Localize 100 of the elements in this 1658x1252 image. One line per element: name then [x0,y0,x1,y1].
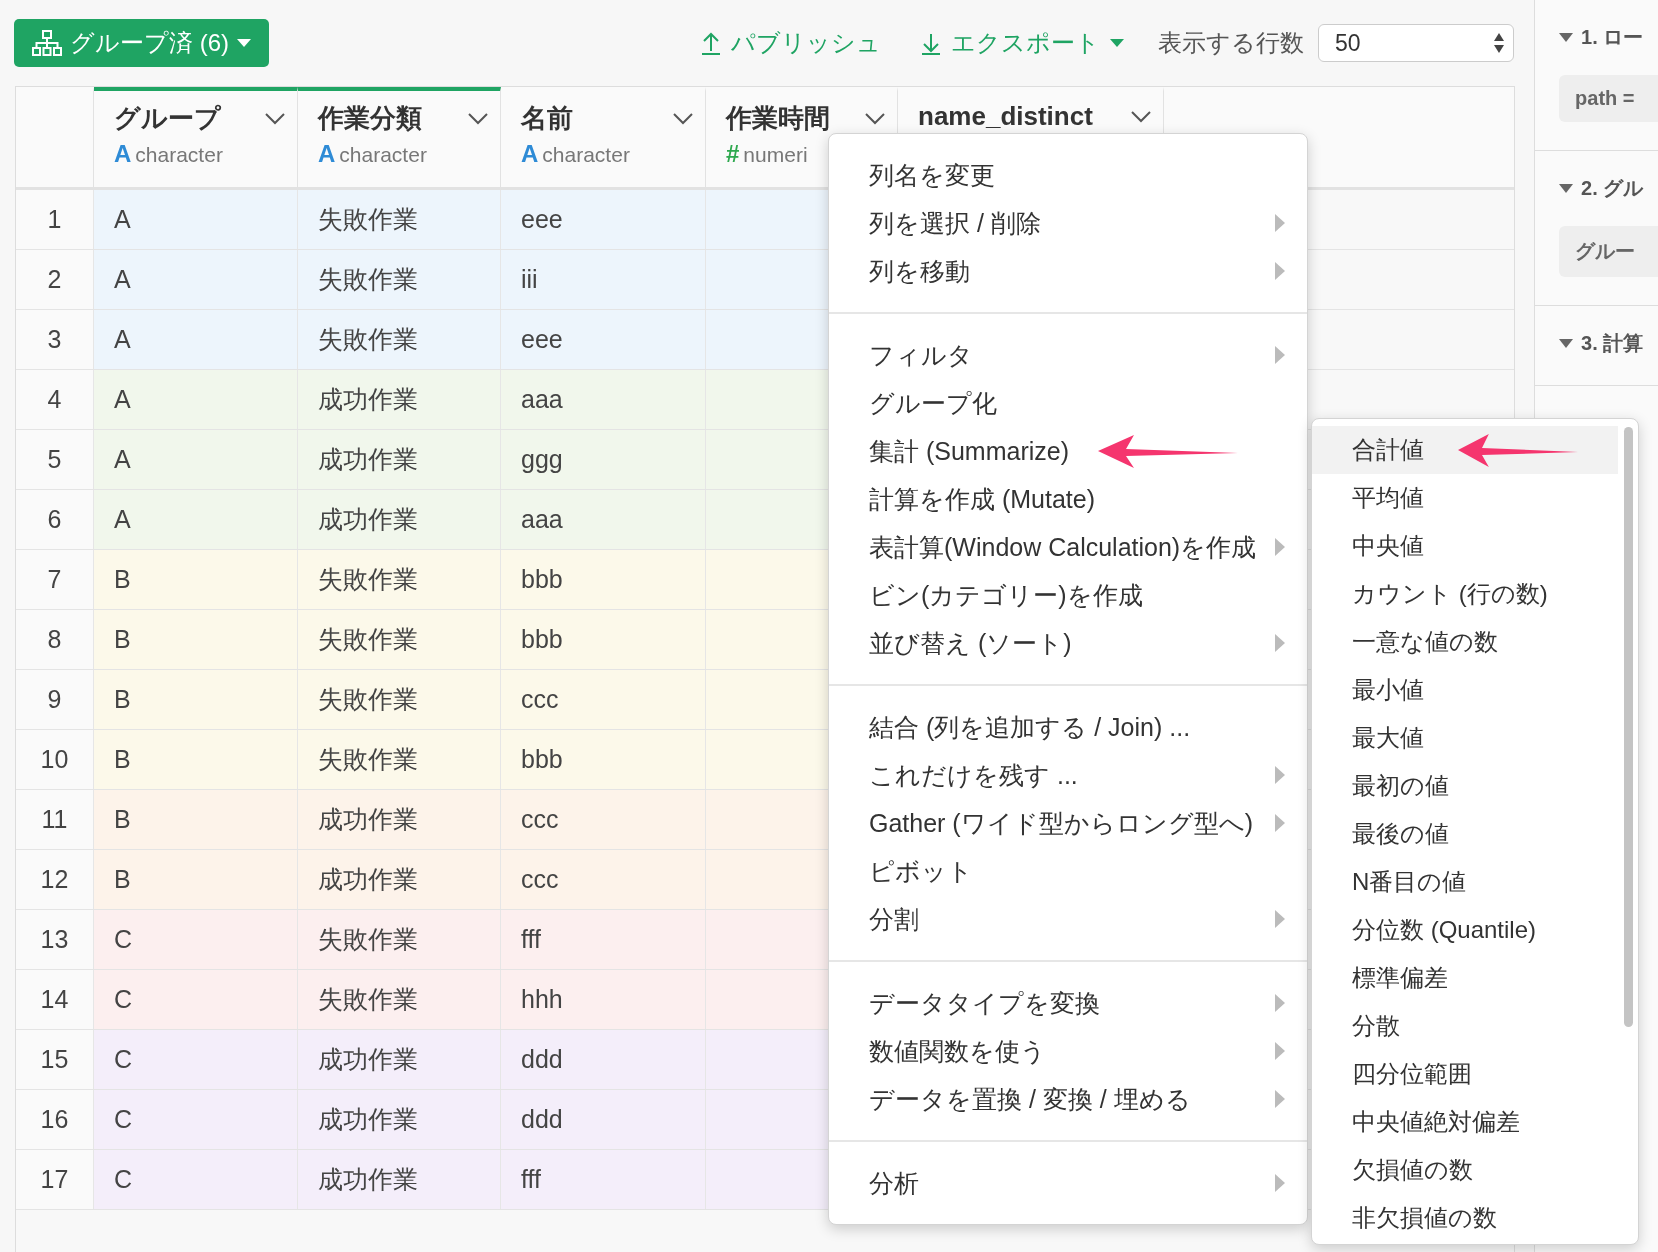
type-icon: A [318,140,336,168]
table-cell: 失敗作業 [298,310,501,369]
menu-item[interactable]: 集計 (Summarize) [829,427,1307,475]
menu-item[interactable]: 分析 [829,1159,1307,1207]
step-title: 2. グル [1581,176,1644,201]
triangle-down-icon[interactable] [1559,339,1574,348]
upload-icon [701,31,722,55]
rows-label: 表示する行数 [1158,28,1305,58]
menu-item[interactable]: データを置換 / 変換 / 埋める [829,1075,1307,1123]
menu-item[interactable]: 最後の値 [1312,810,1618,858]
menu-item[interactable]: 四分位範囲 [1312,1050,1618,1098]
menu-item[interactable]: Gather (ワイド型からロング型へ) [829,799,1307,847]
menu-item[interactable]: グループ化 [829,379,1307,427]
menu-item[interactable]: 分散 [1312,1002,1618,1050]
download-icon [921,31,942,55]
type-icon: A [114,140,132,168]
column-header[interactable]: 名前 A character [501,87,706,187]
menu-item[interactable]: 中央値 [1312,522,1618,570]
table-cell: hhh [501,970,706,1029]
menu-item[interactable]: 欠損値の数 [1312,1146,1618,1194]
table-cell: 失敗作業 [298,670,501,729]
menu-item[interactable]: 合計値 [1312,426,1618,474]
menu-item[interactable]: データタイプを変換 [829,979,1307,1027]
table-cell: 失敗作業 [298,730,501,789]
chevron-down-icon[interactable] [265,112,285,125]
step-title: 3. 計算 [1581,331,1644,356]
table-cell: 失敗作業 [298,910,501,969]
triangle-down-icon[interactable] [1559,184,1574,193]
type-icon: # [726,140,740,168]
menu-item[interactable]: 非欠損値の数 [1312,1194,1618,1242]
menu-item[interactable]: 数値関数を使う [829,1027,1307,1075]
table-cell: A [94,430,298,489]
column-type: character [135,143,223,167]
caret-icon [1110,39,1125,47]
column-name: 作業時間 [726,102,830,135]
table-cell: C [94,1030,298,1089]
hierarchy-icon [32,30,62,56]
column-type: character [542,143,630,167]
menu-item[interactable]: フィルタ [829,331,1307,379]
table-cell: ggg [501,430,706,489]
table-cell: 成功作業 [298,790,501,849]
table-cell: C [94,910,298,969]
chevron-down-icon[interactable] [865,112,885,125]
table-cell: 成功作業 [298,490,501,549]
table-cell: 失敗作業 [298,250,501,309]
column-name: 作業分類 [318,102,422,135]
table-cell: ccc [501,850,706,909]
table-cell: B [94,670,298,729]
caret-icon [237,39,251,47]
table-cell: 失敗作業 [298,610,501,669]
menu-item[interactable]: 一意な値の数 [1312,618,1618,666]
table-cell: ccc [501,790,706,849]
table-cell: bbb [501,550,706,609]
table-cell: 失敗作業 [298,970,501,1029]
menu-item[interactable]: 中央値絶対偏差 [1312,1098,1618,1146]
menu-item[interactable]: 最初の値 [1312,762,1618,810]
table-cell: ddd [501,1030,706,1089]
menu-item[interactable]: 平均値 [1312,474,1618,522]
menu-item[interactable]: 列を移動 [829,247,1307,295]
menu-item[interactable]: N番目の値 [1312,858,1618,906]
menu-item[interactable]: カウント (行の数) [1312,570,1618,618]
rows-select[interactable]: 50 [1318,24,1515,62]
menu-item[interactable]: 最小値 [1312,666,1618,714]
menu-item[interactable]: 分割 [829,895,1307,943]
column-type: numeri [743,143,808,167]
step-chip[interactable]: グルー [1559,226,1658,277]
menu-item[interactable]: 表計算(Window Calculation)を作成 [829,523,1307,571]
menu-item[interactable]: ビン(カテゴリー)を作成 [829,571,1307,619]
table-cell: fff [501,1150,706,1209]
table-cell: aaa [501,490,706,549]
table-cell: A [94,250,298,309]
table-cell: 成功作業 [298,1030,501,1089]
step-chip[interactable]: path = [1559,75,1658,122]
table-cell: B [94,790,298,849]
menu-item[interactable]: 列を選択 / 削除 [829,199,1307,247]
table-cell: eee [501,310,706,369]
table-cell: iii [501,250,706,309]
table-cell: A [94,370,298,429]
triangle-down-icon[interactable] [1559,33,1574,42]
menu-item[interactable]: ピボット [829,847,1307,895]
menu-item[interactable]: 最大値 [1312,714,1618,762]
table-cell: A [94,190,298,249]
menu-item[interactable]: 計算を作成 (Mutate) [829,475,1307,523]
table-cell: B [94,850,298,909]
menu-item[interactable]: これだけを残す ... [829,751,1307,799]
table-cell: bbb [501,730,706,789]
scrollbar-thumb[interactable] [1624,427,1633,1027]
table-cell: C [94,970,298,1029]
menu-item[interactable]: 結合 (列を追加する / Join) ... [829,703,1307,751]
table-cell: A [94,310,298,369]
chevron-down-icon[interactable] [468,112,488,125]
menu-item[interactable]: 分位数 (Quantile) [1312,906,1618,954]
table-cell: A [94,490,298,549]
table-cell: ddd [501,1090,706,1149]
stepper-icon [1493,32,1506,54]
column-type: character [339,143,427,167]
menu-item[interactable]: 並び替え (ソート) [829,619,1307,667]
menu-item[interactable]: 標準偏差 [1312,954,1618,1002]
chevron-down-icon[interactable] [1131,110,1151,123]
chevron-down-icon[interactable] [673,112,693,125]
